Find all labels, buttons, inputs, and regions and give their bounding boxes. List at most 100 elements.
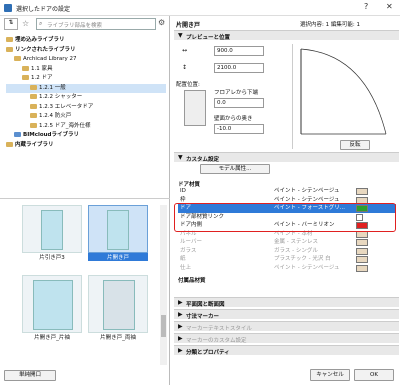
tree-item[interactable]: リンクされたライブラリ [6,46,166,56]
tree-item[interactable]: 1.2.1 一般 [6,83,166,93]
collapsed-section-header[interactable]: ▶ 平面図と断面図 [174,297,399,308]
material-value: ペイント - シテンページュ [274,264,340,271]
tree-item-label: 1.2.3 エレベータドア [39,103,94,110]
tree-item[interactable]: 埋め込みライブラリ [6,36,166,46]
tree-item[interactable]: 1.1 家具 [6,65,166,75]
folder-icon [14,132,21,137]
folder-icon [22,75,29,80]
folder-icon [6,37,13,42]
folder-icon [6,46,13,52]
search-icon: ⌕ [39,20,43,27]
model-attributes-button[interactable]: モデル属性... [200,164,270,174]
selection-status: 選択内容: 1 編集可能: 1 [300,22,360,28]
cancel-button[interactable]: キャンセル [310,369,350,381]
collapsed-section-header[interactable]: ▶ 寸法マーカー [174,309,399,320]
app-icon [4,4,12,12]
wall-label: 壁面からの奥き [214,116,253,122]
collapsed-section-header[interactable]: ▶ 分類とプロパティ [174,345,399,356]
tree-item-label: 1.2.1 一般 [39,84,66,91]
gear-icon[interactable]: ⚙ [158,18,165,27]
filter-icon[interactable]: ⇅ [4,18,18,30]
tree-item-label: リンクされたライブラリ [15,46,76,53]
tree-item-label: 1.1 家具 [31,65,53,72]
tree-item-label: 1.2.4 防火戸 [39,113,72,119]
search-input[interactable]: ⌕ ライブラリ部品を検索 [36,18,156,30]
section-label: 平面図と断面図 [186,302,225,308]
close-icon[interactable]: ✕ [386,2,393,11]
scrollbar[interactable] [160,205,167,365]
section-label: マーカーテキストスタイル [186,326,252,332]
material-swatch[interactable] [356,264,368,272]
height-field[interactable]: 2100.0 [214,63,264,73]
highlight-box [174,203,396,232]
tree-item-label: 1.2.5 ドア_海外仕様 [39,122,91,129]
thumb-item[interactable]: 片開き戸_両袖 [88,275,148,341]
section-label: マーカーのカスタム設定 [186,338,247,344]
star-icon[interactable]: ☆ [22,19,29,28]
help-icon[interactable]: ? [364,2,368,11]
material-swatch[interactable] [356,239,368,246]
thumb-label: 片引き戸3 [39,255,65,261]
section-label: 分類とプロパティ [186,350,230,356]
custom-section-header[interactable]: ▼ カスタム設定 [174,152,399,163]
window-title: 選択したドアの設定 [16,6,71,13]
thumb-label: 片開き戸 [88,253,148,261]
material-swatch[interactable] [356,247,368,255]
tree-item-label: 1.2 ドア [31,75,53,81]
material-swatch[interactable] [356,256,368,263]
folder-icon [30,94,37,99]
tree-item-label: 1.2.2 シャッター [39,94,83,100]
tree-item[interactable]: Archicad Library 27 [6,55,166,65]
wall-field[interactable]: -10.0 [214,124,264,134]
title-bar: 選択したドアの設定 ? ✕ [0,0,400,16]
ok-button[interactable]: OK [354,369,394,381]
empty-opening-button[interactable]: 単純開口 [4,370,56,381]
anchor-label: 配置位置: [176,82,200,88]
anchor-diagram[interactable] [184,90,206,126]
tree-item[interactable]: 1.2.5 ドア_海外仕様 [6,122,166,132]
divider [0,198,170,199]
floor-field[interactable]: 0.0 [214,98,264,108]
preview-section-header[interactable]: ▼ プレビューと位置 [174,30,399,41]
folder-icon [30,103,37,109]
folder-icon [30,84,37,90]
width-field[interactable]: 900.0 [214,46,264,56]
flip-button[interactable]: 反転 [340,140,370,150]
library-tree: 埋め込みライブラリリンクされたライブラリ Archicad Library 27 1… [6,36,166,150]
tree-item[interactable]: 1.2.2 シャッター [6,93,166,103]
thumb-item-selected[interactable]: 片開き戸 [88,205,148,261]
width-icon: ↔ [182,47,188,54]
object-title: 片開き戸 [176,22,201,29]
folder-icon [6,141,13,147]
tree-item-label: 内蔵ライブラリ [15,141,54,148]
chevron-right-icon: ▶ [178,347,183,354]
thumb-item[interactable]: 片開き戸_片袖 [22,275,82,341]
door-preview [296,44,396,139]
tree-item[interactable]: 内蔵ライブラリ [6,141,166,151]
material-name: 仕上 [180,264,192,271]
view-toolbar [283,44,293,149]
chevron-right-icon: ▶ [178,299,183,306]
folder-icon [22,65,29,71]
tree-item[interactable]: 1.2.4 防火戸 [6,112,166,122]
tree-item[interactable]: BIMcloudライブラリ [6,131,166,141]
folder-icon [30,113,37,118]
thumb-item[interactable]: 片引き戸3 [22,205,82,261]
thumb-label: 片開き戸_片袖 [34,335,70,341]
tree-item-label: 埋め込みライブラリ [15,37,65,43]
collapsed-section-header[interactable]: ▶ マーカーのカスタム設定 [174,333,399,344]
floor-label: フロアレから下端 [214,90,259,96]
accessory-material-header: 付属品材質 [178,278,206,284]
collapsed-section-header[interactable]: ▶ マーカーテキストスタイル [174,321,399,332]
folder-icon [30,122,37,128]
tree-item[interactable]: 1.2.3 エレベータドア [6,103,166,113]
chevron-right-icon: ▶ [178,311,183,318]
chevron-right-icon: ▶ [178,323,183,330]
material-row[interactable]: 仕上 ペイント - シテンページュ [178,264,396,273]
folder-icon [14,56,21,61]
tree-item[interactable]: 1.2 ドア [6,74,166,84]
chevron-right-icon: ▶ [178,335,183,342]
material-swatch[interactable] [356,188,368,195]
height-icon: ↕ [182,64,188,71]
tree-item-label: Archicad Library 27 [23,56,77,62]
